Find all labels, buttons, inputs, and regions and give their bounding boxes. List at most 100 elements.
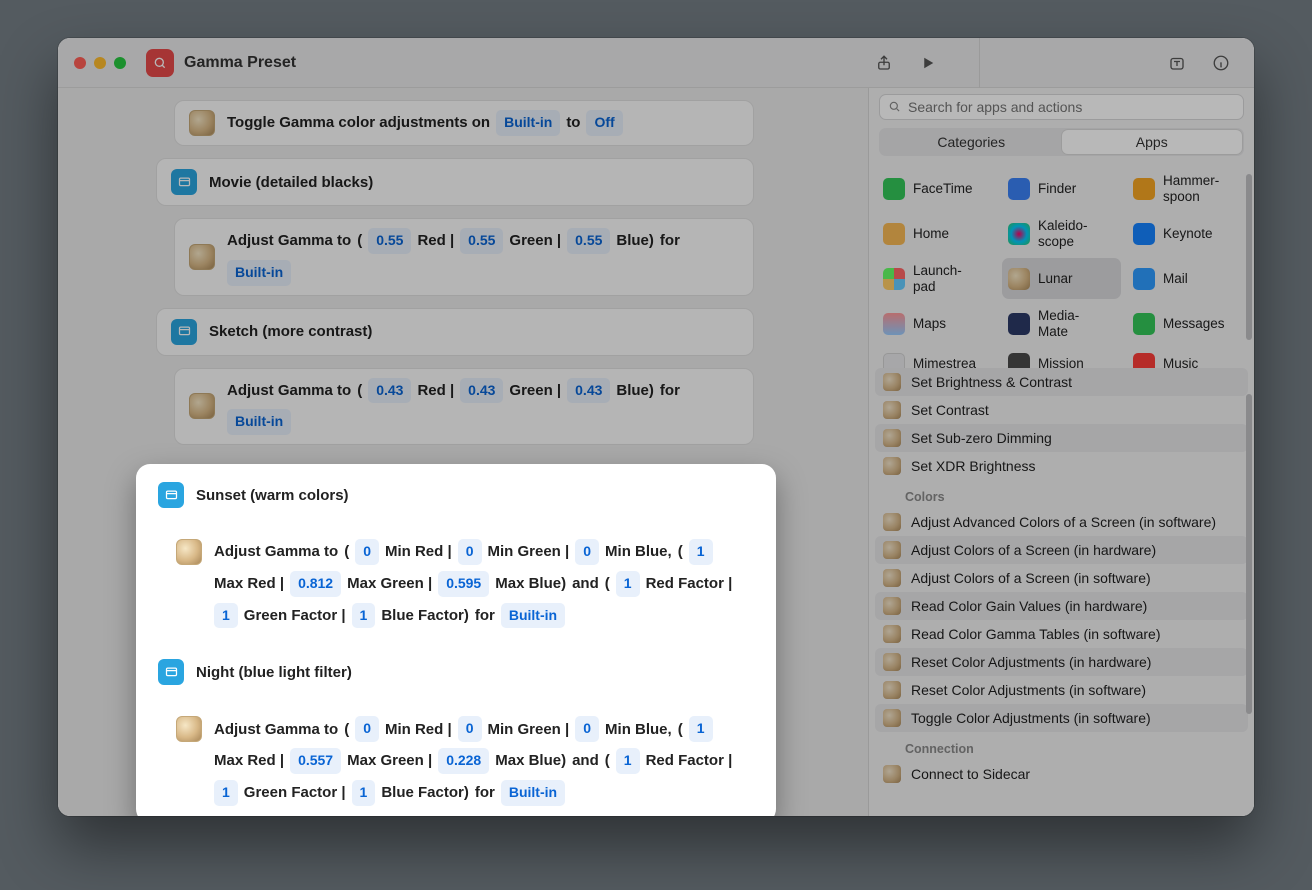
action-label: Set Contrast — [911, 402, 989, 418]
app-media-mate[interactable]: Media- Mate — [1002, 303, 1121, 344]
lunar-icon — [883, 653, 901, 671]
blue-token[interactable]: 0.55 — [567, 228, 610, 254]
green-token[interactable]: 0.55 — [460, 228, 503, 254]
screen-token[interactable]: Built-in — [496, 110, 560, 136]
minimize-window-button[interactable] — [94, 57, 106, 69]
menu-icon — [158, 659, 184, 685]
app-kaleido-scope[interactable]: Kaleido- scope — [1002, 213, 1121, 254]
actions-scrollbar[interactable] — [1246, 394, 1252, 714]
lunar-icon — [883, 569, 901, 587]
app-launch-pad[interactable]: Launch- pad — [877, 258, 996, 299]
app-messages[interactable]: Messages — [1127, 303, 1246, 344]
action-item[interactable]: Set Contrast — [875, 396, 1248, 424]
action-item[interactable]: Toggle Color Adjustments (in software) — [875, 704, 1248, 732]
action-item[interactable]: Reset Color Adjustments (in hardware) — [875, 648, 1248, 676]
action-item[interactable]: Adjust Colors of a Screen (in software) — [875, 564, 1248, 592]
action-label: Connect to Sidecar — [911, 766, 1030, 782]
lunar-icon — [883, 625, 901, 643]
menu-item-night[interactable]: Night (blue light filter) — [144, 649, 768, 695]
action-label: Read Color Gain Values (in hardware) — [911, 598, 1147, 614]
action-item[interactable]: Set XDR Brightness — [875, 452, 1248, 480]
action-label: Adjust Advanced Colors of a Screen (in s… — [911, 514, 1216, 530]
action-label: Toggle Color Adjustments (in software) — [911, 710, 1151, 726]
group-connection: Connection — [875, 732, 1248, 760]
action-adjust-gamma-movie[interactable]: Adjust Gamma to ( 0.55 Red | 0.55 Green … — [174, 218, 754, 296]
lunar-icon — [189, 244, 215, 270]
actions-list: Set Brightness & Contrast Set Contrast Set… — [875, 368, 1248, 788]
action-item[interactable]: Reset Color Adjustments (in software) — [875, 676, 1248, 704]
app-hammer-spoon[interactable]: Hammer- spoon — [1127, 168, 1246, 209]
lunar-icon — [883, 681, 901, 699]
menu-item-label: Sunset (warm colors) — [196, 487, 349, 504]
search-field[interactable] — [879, 94, 1244, 120]
action-label: Adjust Colors of a Screen (in software) — [911, 570, 1151, 586]
workflow-canvas[interactable]: Toggle Gamma color adjustments on Built-… — [58, 88, 868, 816]
action-adjust-gamma-sunset[interactable]: Adjust Gamma to ( 0 Min Red | 0 Min Gree… — [162, 530, 768, 637]
lunar-icon — [883, 765, 901, 783]
toolbar-divider — [979, 38, 980, 88]
screen-token[interactable]: Built-in — [501, 780, 565, 806]
tab-categories[interactable]: Categories — [881, 130, 1062, 154]
app-label: Maps — [913, 316, 946, 332]
app-icon — [1008, 268, 1030, 290]
screen-token[interactable]: Built-in — [227, 409, 291, 435]
action-item[interactable]: Read Color Gain Values (in hardware) — [875, 592, 1248, 620]
menu-item-movie[interactable]: Movie (detailed blacks) — [156, 158, 754, 206]
action-adjust-gamma-night[interactable]: Adjust Gamma to ( 0 Min Red | 0 Min Gree… — [162, 707, 768, 814]
apps-scrollbar[interactable] — [1246, 174, 1252, 340]
action-item[interactable]: Read Color Gamma Tables (in software) — [875, 620, 1248, 648]
library-button[interactable] — [1160, 49, 1194, 77]
tab-apps[interactable]: Apps — [1062, 130, 1243, 154]
state-token[interactable]: Off — [586, 110, 622, 136]
blue-token[interactable]: 0.43 — [567, 378, 610, 404]
menu-icon — [171, 319, 197, 345]
action-label: Reset Color Adjustments (in software) — [911, 682, 1146, 698]
app-label: Messages — [1163, 316, 1225, 332]
action-item[interactable]: Set Brightness & Contrast — [875, 368, 1248, 396]
app-keynote[interactable]: Keynote — [1127, 213, 1246, 254]
action-item[interactable]: Adjust Advanced Colors of a Screen (in s… — [875, 508, 1248, 536]
share-button[interactable] — [867, 49, 901, 77]
highlighted-actions: Sunset (warm colors) Adjust Gamma to ( 0… — [136, 464, 776, 816]
lunar-icon — [189, 393, 215, 419]
app-lunar[interactable]: Lunar — [1002, 258, 1121, 299]
app-label: Kaleido- scope — [1038, 218, 1088, 249]
close-window-button[interactable] — [74, 57, 86, 69]
action-item[interactable]: Connect to Sidecar — [875, 760, 1248, 788]
app-home[interactable]: Home — [877, 213, 996, 254]
red-token[interactable]: 0.55 — [368, 228, 411, 254]
app-facetime[interactable]: FaceTime — [877, 168, 996, 209]
info-button[interactable] — [1204, 49, 1238, 77]
action-toggle-gamma[interactable]: Toggle Gamma color adjustments on Built-… — [174, 100, 754, 146]
run-button[interactable] — [911, 49, 945, 77]
app-maps[interactable]: Maps — [877, 303, 996, 344]
search-input[interactable] — [908, 99, 1235, 115]
screen-token[interactable]: Built-in — [227, 260, 291, 286]
red-token[interactable]: 0.43 — [368, 378, 411, 404]
group-colors: Colors — [875, 480, 1248, 508]
menu-icon — [158, 482, 184, 508]
action-item[interactable]: Adjust Colors of a Screen (in hardware) — [875, 536, 1248, 564]
app-label: Finder — [1038, 181, 1076, 197]
lunar-icon — [883, 429, 901, 447]
app-mail[interactable]: Mail — [1127, 258, 1246, 299]
app-icon — [883, 268, 905, 290]
app-icon — [1133, 178, 1155, 200]
action-adjust-gamma-sketch[interactable]: Adjust Gamma to ( 0.43 Red | 0.43 Green … — [174, 368, 754, 446]
green-token[interactable]: 0.43 — [460, 378, 503, 404]
action-label: Reset Color Adjustments (in hardware) — [911, 654, 1151, 670]
menu-item-sketch[interactable]: Sketch (more contrast) — [156, 308, 754, 356]
screen-token[interactable]: Built-in — [501, 603, 565, 629]
lunar-icon — [176, 716, 202, 742]
menu-item-sunset[interactable]: Sunset (warm colors) — [144, 472, 768, 518]
lunar-icon — [176, 539, 202, 565]
lunar-icon — [189, 110, 215, 136]
apps-grid: FaceTime Finder Hammer- spoon Home Kaleido- … — [877, 168, 1246, 380]
lunar-icon — [883, 457, 901, 475]
menu-item-label: Sketch (more contrast) — [209, 323, 372, 340]
action-label: Set XDR Brightness — [911, 458, 1036, 474]
lunar-icon — [883, 373, 901, 391]
zoom-window-button[interactable] — [114, 57, 126, 69]
app-finder[interactable]: Finder — [1002, 168, 1121, 209]
action-item[interactable]: Set Sub-zero Dimming — [875, 424, 1248, 452]
